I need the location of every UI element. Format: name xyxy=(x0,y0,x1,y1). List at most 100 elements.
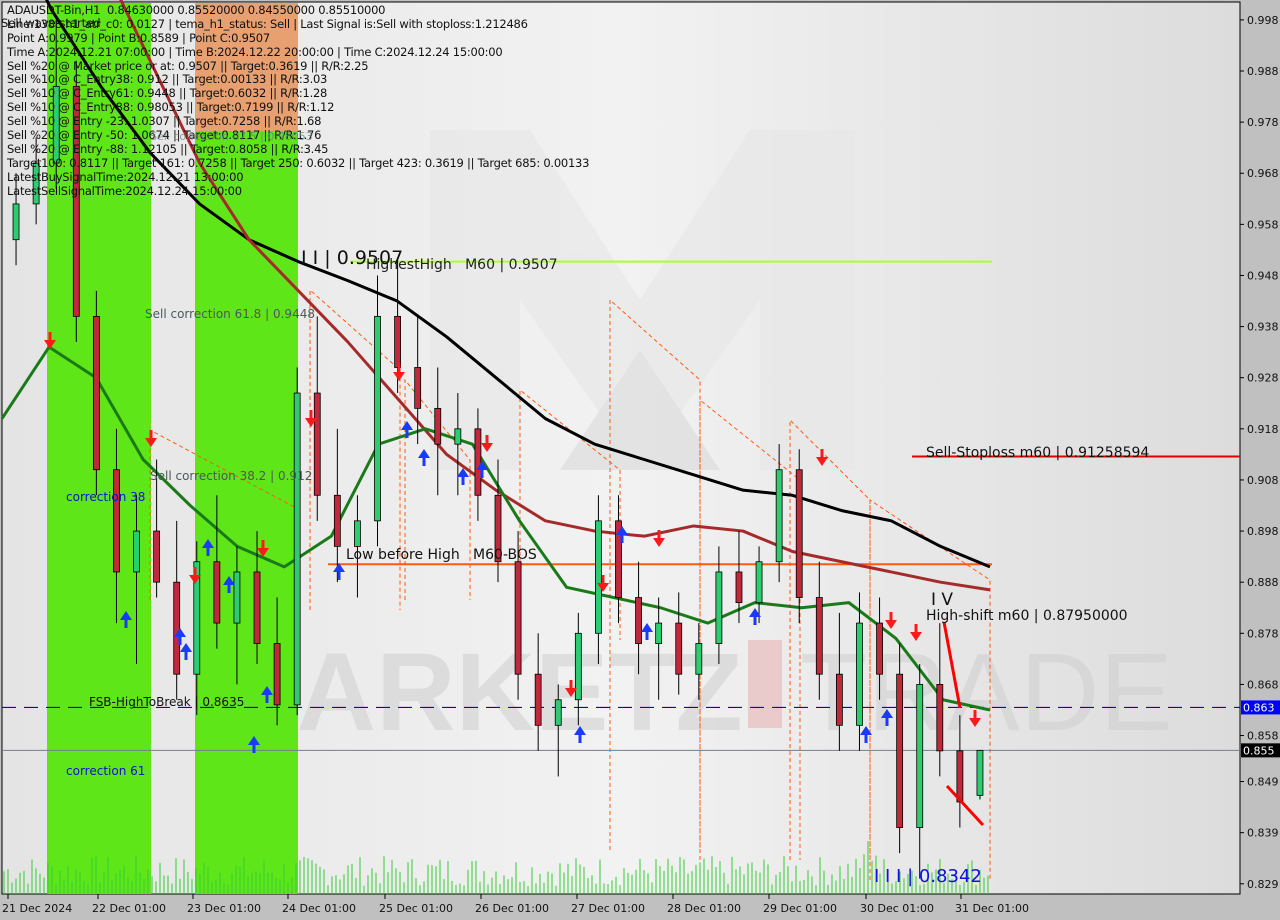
x-tick-label: 23 Dec 01:00 xyxy=(187,902,261,915)
candle-bear xyxy=(474,428,482,496)
candle-bear xyxy=(414,367,422,409)
info-line: Target100: 0.8117 || Target 161: 0.7258 … xyxy=(7,155,590,170)
y-tick-label: 0.978 xyxy=(1247,116,1279,129)
candle-bull xyxy=(755,561,763,604)
candle-bear xyxy=(273,643,281,706)
y-tick-label: 0.898 xyxy=(1247,525,1279,538)
candle-bull xyxy=(695,643,703,675)
y-tick-label: 0.829 xyxy=(1247,878,1279,891)
y-tick-label: 0.858 xyxy=(1247,730,1279,743)
x-tick-label: 29 Dec 01:00 xyxy=(763,902,837,915)
y-tick-label: 0.968 xyxy=(1247,167,1279,180)
info-line: Time A:2024.12.21 07:00:00 | Time B:2024… xyxy=(7,44,503,59)
candle-bear xyxy=(92,315,100,471)
x-tick-label: 31 Dec 01:00 xyxy=(955,902,1029,915)
y-tick-label: 0.938 xyxy=(1247,321,1279,334)
sell-correction-382-label: Sell correction 38.2 | 0.912 xyxy=(150,469,313,483)
candle-bear xyxy=(534,673,542,726)
candle-bull xyxy=(715,571,723,644)
candle-bull xyxy=(354,520,361,547)
candle-bear xyxy=(896,673,904,828)
y-tick-label: 0.888 xyxy=(1247,576,1279,589)
candle-bear xyxy=(313,392,321,496)
candle-bear xyxy=(213,561,221,624)
candle-bear xyxy=(675,622,683,675)
y-tick-label: 0.928 xyxy=(1247,372,1279,385)
candle-bear xyxy=(153,530,161,583)
info-line: Sell %20 @ Entry -88: 1.12105 || Target:… xyxy=(7,141,329,156)
candle-bear xyxy=(735,571,743,604)
candle-bull xyxy=(976,749,984,796)
wave-iii-label: I I I | 0.8342 xyxy=(874,866,982,887)
info-line: LatestBuySignalTime:2024.12.21 13:00:00 xyxy=(7,169,244,184)
candle-bear xyxy=(936,684,944,752)
candle-bear xyxy=(173,581,181,675)
x-tick-label: 25 Dec 01:00 xyxy=(379,902,453,915)
x-tick-label: 30 Dec 01:00 xyxy=(860,902,934,915)
y-tick-label: 0.958 xyxy=(1247,218,1279,231)
candle-bull xyxy=(775,469,783,563)
candle-bull xyxy=(233,571,241,624)
high-shift-label: High-shift m60 | 0.87950000 xyxy=(926,608,1128,624)
y-tick-label: 0.839 xyxy=(1247,827,1279,840)
info-line: Sell %10 @ C_Entry88: 0.98053 || Target:… xyxy=(7,100,335,115)
candle-bull xyxy=(595,520,602,634)
sell-correction-618-label: Sell correction 61.8 | 0.9448 xyxy=(145,307,315,321)
candle-bear xyxy=(113,469,120,573)
candle-bear xyxy=(835,673,843,726)
sell-wave-started-label: Sell wave started xyxy=(1,16,101,30)
info-line: Sell %10 @ C_Entry38: 0.912 || Target:0.… xyxy=(7,72,328,87)
highest-high-label: HighestHigh M60 | 0.9507 xyxy=(366,257,558,273)
candle-bear xyxy=(434,407,442,445)
y-tick-label: 0.878 xyxy=(1247,627,1279,640)
candle-bear xyxy=(394,315,401,368)
y-tick-label: 0.908 xyxy=(1247,474,1279,487)
low-before-high-label: Low before High M60-BOS xyxy=(346,547,537,563)
wave-iv-label: I V xyxy=(931,590,954,610)
y-tick-label: 0.849 xyxy=(1247,776,1279,789)
info-line: Sell %10 @ C_Entry61: 0.9448 || Target:0… xyxy=(7,86,328,101)
y-tick-label: 0.998 xyxy=(1247,14,1279,27)
info-line: LatestSellSignalTime:2024.12.24 15:00:00 xyxy=(7,183,242,198)
price-tag-label: 0.863 xyxy=(1243,701,1275,714)
sell-stoploss-label: Sell-Stoploss m60 | 0.91258594 xyxy=(926,445,1150,461)
candle-bull xyxy=(554,699,562,726)
sell-correction-875-label: Sell correction 87.5 | 0.98053 xyxy=(150,130,313,143)
info-line: Sell %20 @ Market price or at: 0.9507 ||… xyxy=(7,58,369,73)
candle-bear xyxy=(956,750,964,803)
x-tick-label: 28 Dec 01:00 xyxy=(667,902,741,915)
candle-bear xyxy=(514,561,522,675)
candle-bull xyxy=(454,428,462,445)
fsb-high-to-break-label: FSB-HighToBreak | 0.8635 xyxy=(89,695,245,709)
correction-38-label: correction 38 xyxy=(66,490,146,504)
correction-61-label: correction 61 xyxy=(66,764,146,778)
candle-bull xyxy=(293,392,301,706)
x-tick-label: 26 Dec 01:00 xyxy=(475,902,549,915)
x-tick-label: 27 Dec 01:00 xyxy=(571,902,645,915)
price-tag-label: 0.855 xyxy=(1243,744,1275,757)
x-tick-label: 21 Dec 2024 xyxy=(2,902,72,915)
candle-bear xyxy=(333,494,341,547)
candle-bear xyxy=(876,622,883,675)
y-tick-label: 0.948 xyxy=(1247,269,1279,282)
candle-bear xyxy=(635,597,642,644)
y-tick-label: 0.918 xyxy=(1247,423,1279,436)
info-panel: ADAUSDT-Bin,H1 0.84630000 0.85520000 0.8… xyxy=(7,3,590,198)
candle-bull xyxy=(916,684,924,828)
svg-text:TRADE: TRADE xyxy=(800,631,1173,754)
candle-bull xyxy=(655,622,663,644)
candle-bull xyxy=(133,530,140,573)
candle-bull xyxy=(574,632,582,701)
candle-bull xyxy=(12,203,20,241)
candle-bear xyxy=(795,469,803,598)
candle-bull xyxy=(374,315,381,522)
candle-bull xyxy=(856,622,863,726)
candle-bear xyxy=(815,597,823,675)
info-line: Sell %10 @ Entry -23: 1.0307 || Target:0… xyxy=(7,114,322,129)
y-tick-label: 0.868 xyxy=(1247,678,1279,691)
x-tick-label: 22 Dec 01:00 xyxy=(92,902,166,915)
y-tick-label: 0.988 xyxy=(1247,65,1279,78)
candle-bear xyxy=(253,571,261,644)
x-tick-label: 24 Dec 01:00 xyxy=(282,902,356,915)
info-line: Point A:0.9979 | Point B:0.8589 | Point … xyxy=(7,30,270,45)
